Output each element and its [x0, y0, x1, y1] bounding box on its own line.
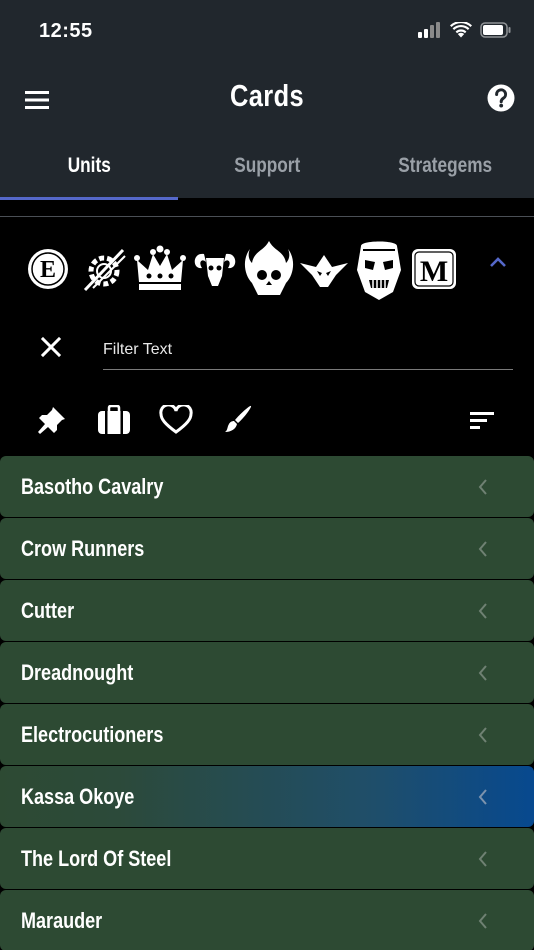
pin-icon	[38, 407, 65, 434]
faction-gear-slash-icon[interactable]	[78, 232, 130, 306]
filter-toolbar	[0, 398, 534, 442]
chevron-left-icon	[478, 665, 487, 681]
painted-filter-button[interactable]	[218, 398, 258, 442]
help-button[interactable]	[486, 83, 516, 113]
chevron-left-icon	[478, 851, 487, 867]
chevron-left-icon	[478, 789, 487, 805]
faction-e-letter: E	[40, 257, 56, 283]
status-icons	[418, 22, 512, 38]
chevron-left-icon	[478, 913, 487, 929]
app-bar: Cards	[0, 66, 534, 134]
list-item-label: Dreadnought	[21, 659, 134, 685]
tab-strategems-label: Strategems	[398, 154, 492, 177]
status-time: 12:55	[39, 20, 93, 42]
faction-flaming-skull-icon[interactable]	[242, 232, 296, 306]
list-item-label: Electrocutioners	[21, 721, 164, 747]
chevron-left-icon	[478, 479, 487, 495]
list-item-label: Crow Runners	[21, 535, 145, 561]
tab-support[interactable]: Support	[178, 134, 356, 198]
close-icon	[40, 336, 62, 358]
filter-row	[0, 320, 534, 382]
list-item[interactable]: The Lord Of Steel	[0, 828, 534, 889]
tab-support-label: Support	[233, 154, 300, 177]
briefcase-icon	[98, 405, 130, 434]
collection-filter-button[interactable]	[94, 398, 134, 442]
chevron-up-icon	[490, 257, 506, 267]
tab-units-label: Units	[67, 154, 111, 177]
list-item-selected[interactable]: Kassa Okoye	[0, 766, 534, 827]
battery-icon	[480, 22, 511, 38]
list-item[interactable]: Marauder	[0, 890, 534, 950]
faction-m-emblem-icon[interactable]: M	[408, 232, 460, 306]
tab-strategems[interactable]: Strategems	[356, 134, 534, 198]
faction-ram-skull-icon[interactable]	[190, 232, 240, 306]
favorites-filter-button[interactable]	[156, 398, 196, 442]
list-item[interactable]: Basotho Cavalry	[0, 456, 534, 517]
divider	[0, 216, 534, 217]
sort-icon	[470, 412, 494, 429]
wifi-icon	[450, 22, 472, 38]
faction-mask-icon[interactable]	[352, 232, 406, 306]
status-bar: 12:55	[0, 0, 534, 66]
faction-crown-icon[interactable]	[132, 232, 188, 306]
faction-spiked-face-icon[interactable]	[298, 232, 350, 306]
list-item[interactable]: Cutter	[0, 580, 534, 641]
unit-list: Basotho Cavalry Crow Runners Cutter Drea…	[0, 456, 534, 950]
list-item-label: Marauder	[21, 907, 103, 933]
list-item[interactable]: Dreadnought	[0, 642, 534, 703]
list-item-label: Basotho Cavalry	[21, 473, 164, 499]
tab-units[interactable]: Units	[0, 134, 178, 200]
filter-text-input[interactable]	[103, 330, 513, 370]
chevron-left-icon	[478, 541, 487, 557]
list-item-label: The Lord Of Steel	[21, 845, 172, 871]
chevron-left-icon	[478, 727, 487, 743]
faction-m-letter: M	[420, 255, 448, 288]
chevron-left-icon	[478, 603, 487, 619]
pin-filter-button[interactable]	[32, 398, 72, 442]
sort-button[interactable]	[462, 398, 502, 442]
paint-brush-icon	[225, 405, 252, 432]
tab-bar: Units Support Strategems	[0, 134, 534, 200]
list-item[interactable]: Electrocutioners	[0, 704, 534, 765]
collapse-factions-button[interactable]	[486, 250, 510, 274]
faction-e-emblem-icon[interactable]: E	[24, 232, 72, 306]
list-item[interactable]: Crow Runners	[0, 518, 534, 579]
page-title: Cards	[229, 78, 305, 113]
hamburger-menu-icon	[25, 91, 49, 109]
clear-filter-button[interactable]	[36, 332, 66, 362]
help-icon	[487, 84, 515, 112]
signal-icon	[418, 22, 440, 38]
list-item-label: Kassa Okoye	[21, 783, 135, 809]
list-item-label: Cutter	[21, 597, 75, 623]
heart-outline-icon	[159, 405, 193, 434]
faction-selector: E M	[0, 232, 534, 306]
